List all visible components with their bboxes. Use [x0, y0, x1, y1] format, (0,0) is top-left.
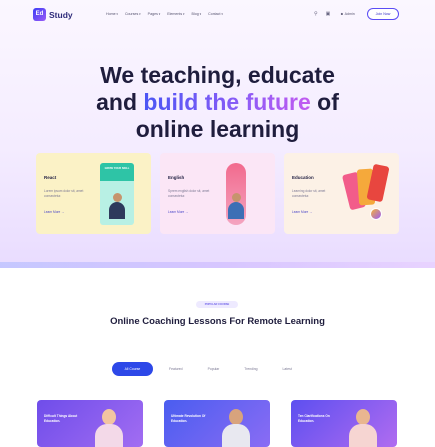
learn-more-link[interactable]: Learn More → [168, 210, 188, 214]
learn-more-link[interactable]: Learn More → [44, 210, 64, 214]
person-image [228, 193, 244, 219]
learn-more-link[interactable]: Learn More → [292, 210, 312, 214]
nav-home[interactable]: Home [106, 12, 118, 16]
course-card[interactable]: Ten Clarifications On Education. [291, 400, 397, 447]
filter-trending[interactable]: Trending [235, 362, 267, 376]
course-card-title: Ultimate Revolution Of Education. [171, 414, 206, 423]
filter-featured[interactable]: Featured [160, 362, 192, 376]
category-card-react[interactable]: React Lorem ipsum dolor sit, amet consec… [36, 153, 151, 234]
course-card-title: Ten Clarifications On Education. [298, 414, 330, 423]
join-now-button[interactable]: Join Now [367, 8, 399, 20]
course-card[interactable]: Difficult Things About Education. [37, 400, 143, 447]
headline-line-3: online learning [135, 116, 300, 142]
card-title: Education [292, 175, 314, 180]
course-card[interactable]: Ultimate Revolution Of Education. [164, 400, 270, 447]
admin-link[interactable]: ☻ Admin [340, 12, 355, 16]
filter-popular[interactable]: Popular [198, 362, 229, 376]
person-image [95, 409, 123, 447]
course-filters: All Course Featured Popular Trending Lat… [112, 362, 301, 376]
logo-text: Study [49, 9, 73, 20]
nav-blog[interactable]: Blog [192, 12, 202, 16]
headline-of: of [317, 89, 339, 115]
card-title: React [44, 175, 57, 180]
search-icon[interactable]: ⚲ [314, 11, 318, 18]
book-cover-text: GROW YOUR SKILL [104, 167, 130, 170]
nav-elements[interactable]: Elements [167, 12, 184, 16]
person-image [222, 409, 250, 447]
card-desc: Learning dolor sit, amet consectetur. [292, 189, 326, 198]
nav-courses[interactable]: Courses [125, 12, 141, 16]
top-header: Ed Study Home Courses Pages Elements Blo… [0, 0, 435, 30]
hero-headline: We teaching, educate and build the futur… [40, 62, 395, 143]
badge-icon [370, 208, 382, 220]
headline-and: and [96, 89, 137, 115]
header-icons: ⚲ ▣ [314, 11, 330, 18]
card-desc: Lorem ipsum dolor sit, amet consectetur. [44, 189, 84, 198]
nav-contact[interactable]: Contact [208, 12, 223, 16]
hero-divider [0, 262, 435, 268]
logo-icon: Ed [33, 8, 46, 21]
book-cover-image [226, 163, 246, 225]
category-card-english[interactable]: English Sprem english dolor sit, amet co… [160, 153, 275, 234]
headline-line-2: and build the future of [40, 89, 395, 116]
book-cover-image: GROW YOUR SKILL [100, 163, 134, 225]
cart-icon[interactable]: ▣ [326, 11, 331, 18]
logo[interactable]: Ed Study [33, 8, 73, 21]
nav-pages[interactable]: Pages [148, 12, 161, 16]
card-desc: Sprem english dolor sit, amet consectetu… [168, 189, 210, 198]
category-card-education[interactable]: Education Learning dolor sit, amet conse… [284, 153, 399, 234]
card-title: English [168, 175, 185, 180]
person-image [109, 193, 125, 219]
headline-line-1: We teaching, educate [100, 62, 335, 88]
section-tag: POPULAR COURSE [196, 301, 238, 308]
filter-all-course[interactable]: All Course [112, 362, 153, 376]
section-title: Online Coaching Lessons For Remote Learn… [110, 316, 325, 327]
headline-accent: build the future [143, 89, 311, 115]
course-card-title: Difficult Things About Education. [44, 414, 78, 423]
filter-latest[interactable]: Latest [273, 362, 301, 376]
admin-label: Admin [344, 12, 355, 16]
person-image [349, 409, 377, 447]
main-nav: Home Courses Pages Elements Blog Contact [106, 12, 223, 16]
